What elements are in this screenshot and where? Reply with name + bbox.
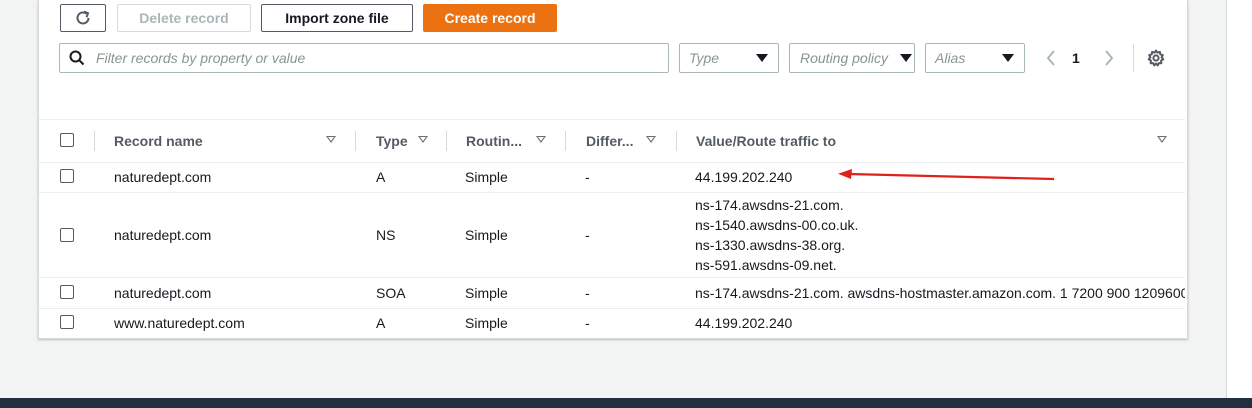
preferences-button[interactable] (1146, 48, 1166, 68)
caret-down-icon (756, 54, 768, 62)
differentiator-cell: - (585, 285, 590, 301)
select-all-checkbox[interactable] (60, 133, 74, 147)
import-zone-file-button[interactable]: Import zone file (261, 4, 413, 32)
routing-policy-cell: Simple (465, 227, 508, 243)
row-checkbox[interactable] (60, 285, 74, 299)
table-header-row: Record name Type Routin... Differ... Val… (39, 119, 1185, 163)
column-divider (565, 131, 566, 151)
right-side-panel (1226, 0, 1252, 398)
column-header-label: Record name (114, 133, 203, 149)
divider (1133, 44, 1134, 72)
type-filter-label: Type (689, 50, 720, 66)
refresh-button[interactable] (60, 4, 106, 32)
row-checkbox[interactable] (60, 228, 74, 242)
search-input[interactable] (94, 49, 658, 67)
row-checkbox[interactable] (60, 315, 74, 329)
value-cell: 44.199.202.240 (695, 169, 793, 185)
sort-icon[interactable] (326, 136, 336, 143)
value-cell: 44.199.202.240 (695, 315, 793, 331)
column-header-record-name[interactable]: Record name (114, 120, 344, 162)
column-divider (676, 131, 677, 151)
delete-record-button[interactable]: Delete record (117, 4, 251, 32)
footer-bar (0, 398, 1252, 408)
value-cell: ns-1330.awsdns-38.org. (695, 237, 846, 253)
caret-down-icon (900, 54, 912, 62)
sort-icon[interactable] (1157, 136, 1167, 143)
routing-policy-cell: Simple (465, 285, 508, 301)
column-header-label: Type (376, 133, 408, 149)
differentiator-cell: - (585, 227, 590, 243)
column-header-differentiator[interactable]: Differ... (586, 120, 666, 162)
value-cell: ns-1540.awsdns-00.co.uk. (695, 217, 859, 233)
routing-policy-filter-label: Routing policy (800, 50, 888, 66)
column-header-label: Value/Route traffic to (696, 133, 837, 149)
type-filter-select[interactable]: Type (679, 43, 779, 73)
routing-policy-filter-select[interactable]: Routing policy (789, 43, 915, 73)
sort-icon[interactable] (536, 136, 546, 143)
previous-page-button[interactable] (1042, 48, 1060, 68)
sort-icon[interactable] (418, 136, 428, 143)
column-header-label: Routin... (466, 133, 522, 149)
record-type-cell: NS (376, 227, 396, 243)
table-row[interactable]: naturedept.com SOA Simple - ns-174.awsdn… (39, 278, 1185, 309)
column-header-type[interactable]: Type (376, 120, 456, 162)
gear-icon (1147, 49, 1165, 67)
column-header-routing-policy[interactable]: Routin... (466, 120, 566, 162)
search-icon (60, 50, 94, 66)
column-divider (355, 131, 356, 151)
table-row[interactable]: www.naturedept.com A Simple - 44.199.202… (39, 309, 1185, 337)
row-checkbox[interactable] (60, 169, 74, 183)
current-page-number[interactable]: 1 (1072, 48, 1080, 68)
column-divider (446, 131, 447, 151)
sort-icon[interactable] (646, 136, 656, 143)
create-record-button[interactable]: Create record (423, 4, 557, 32)
record-name-cell: naturedept.com (114, 169, 212, 185)
value-cell: ns-591.awsdns-09.net. (695, 257, 837, 273)
record-type-cell: A (376, 315, 386, 331)
record-type-cell: SOA (376, 285, 406, 301)
search-box (59, 43, 669, 73)
record-name-cell: www.naturedept.com (114, 315, 245, 331)
alias-filter-label: Alias (935, 50, 966, 66)
column-divider (94, 131, 95, 151)
differentiator-cell: - (585, 315, 590, 331)
chevron-right-icon (1105, 50, 1114, 66)
record-type-cell: A (376, 169, 386, 185)
value-cell: ns-174.awsdns-21.com. (695, 197, 844, 213)
value-cell: ns-174.awsdns-21.com. awsdns-hostmaster.… (695, 285, 1185, 301)
next-page-button[interactable] (1100, 48, 1118, 68)
refresh-icon (76, 10, 90, 25)
annotation-arrow-icon (838, 169, 1055, 181)
chevron-left-icon (1046, 50, 1055, 66)
record-name-cell: naturedept.com (114, 285, 212, 301)
record-name-cell: naturedept.com (114, 227, 212, 243)
routing-policy-cell: Simple (465, 169, 508, 185)
column-header-label: Differ... (586, 133, 634, 149)
differentiator-cell: - (585, 169, 590, 185)
caret-down-icon (1002, 54, 1014, 62)
table-row[interactable]: naturedept.com NS Simple - ns-174.awsdns… (39, 193, 1185, 278)
column-header-value[interactable]: Value/Route traffic to (696, 120, 1176, 162)
alias-filter-select[interactable]: Alias (925, 43, 1025, 73)
routing-policy-cell: Simple (465, 315, 508, 331)
